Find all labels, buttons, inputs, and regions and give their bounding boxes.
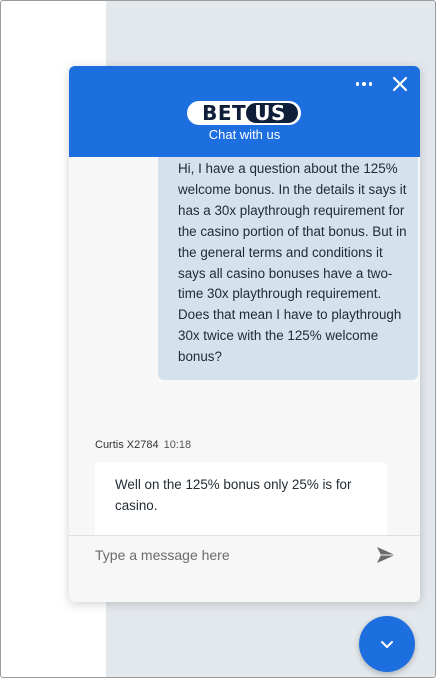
page-frame: BET US Chat with us Hi, I have a questio… [0, 0, 436, 678]
close-button[interactable] [389, 73, 411, 95]
message-input[interactable] [93, 542, 357, 568]
chevron-down-icon [381, 641, 393, 648]
message-time: 10:18 [163, 439, 192, 451]
close-icon [392, 76, 408, 92]
minimize-chat-button[interactable] [359, 616, 415, 672]
agent-name: Curtis X2784 [95, 439, 159, 451]
betus-logo: BET US [186, 100, 302, 126]
send-button[interactable] [374, 543, 398, 567]
logo-text-bet: BET [202, 101, 247, 125]
user-message-bubble: Hi, I have a question about the 125% wel… [158, 157, 418, 381]
chat-subtitle: Chat with us [208, 127, 281, 142]
logo-text-us: US [254, 101, 286, 125]
more-horizontal-icon [355, 82, 360, 86]
agent-message-meta: Curtis X2784 10:18 [95, 439, 191, 451]
agent-message-bubble: Well on the 125% bonus only 25% is for c… [95, 462, 387, 535]
chat-header: BET US Chat with us [69, 66, 420, 157]
message-list[interactable]: Hi, I have a question about the 125% wel… [69, 157, 420, 535]
chat-widget: BET US Chat with us Hi, I have a questio… [69, 66, 420, 602]
more-options-button[interactable] [352, 74, 376, 94]
send-icon [377, 547, 395, 563]
message-composer [69, 536, 420, 602]
